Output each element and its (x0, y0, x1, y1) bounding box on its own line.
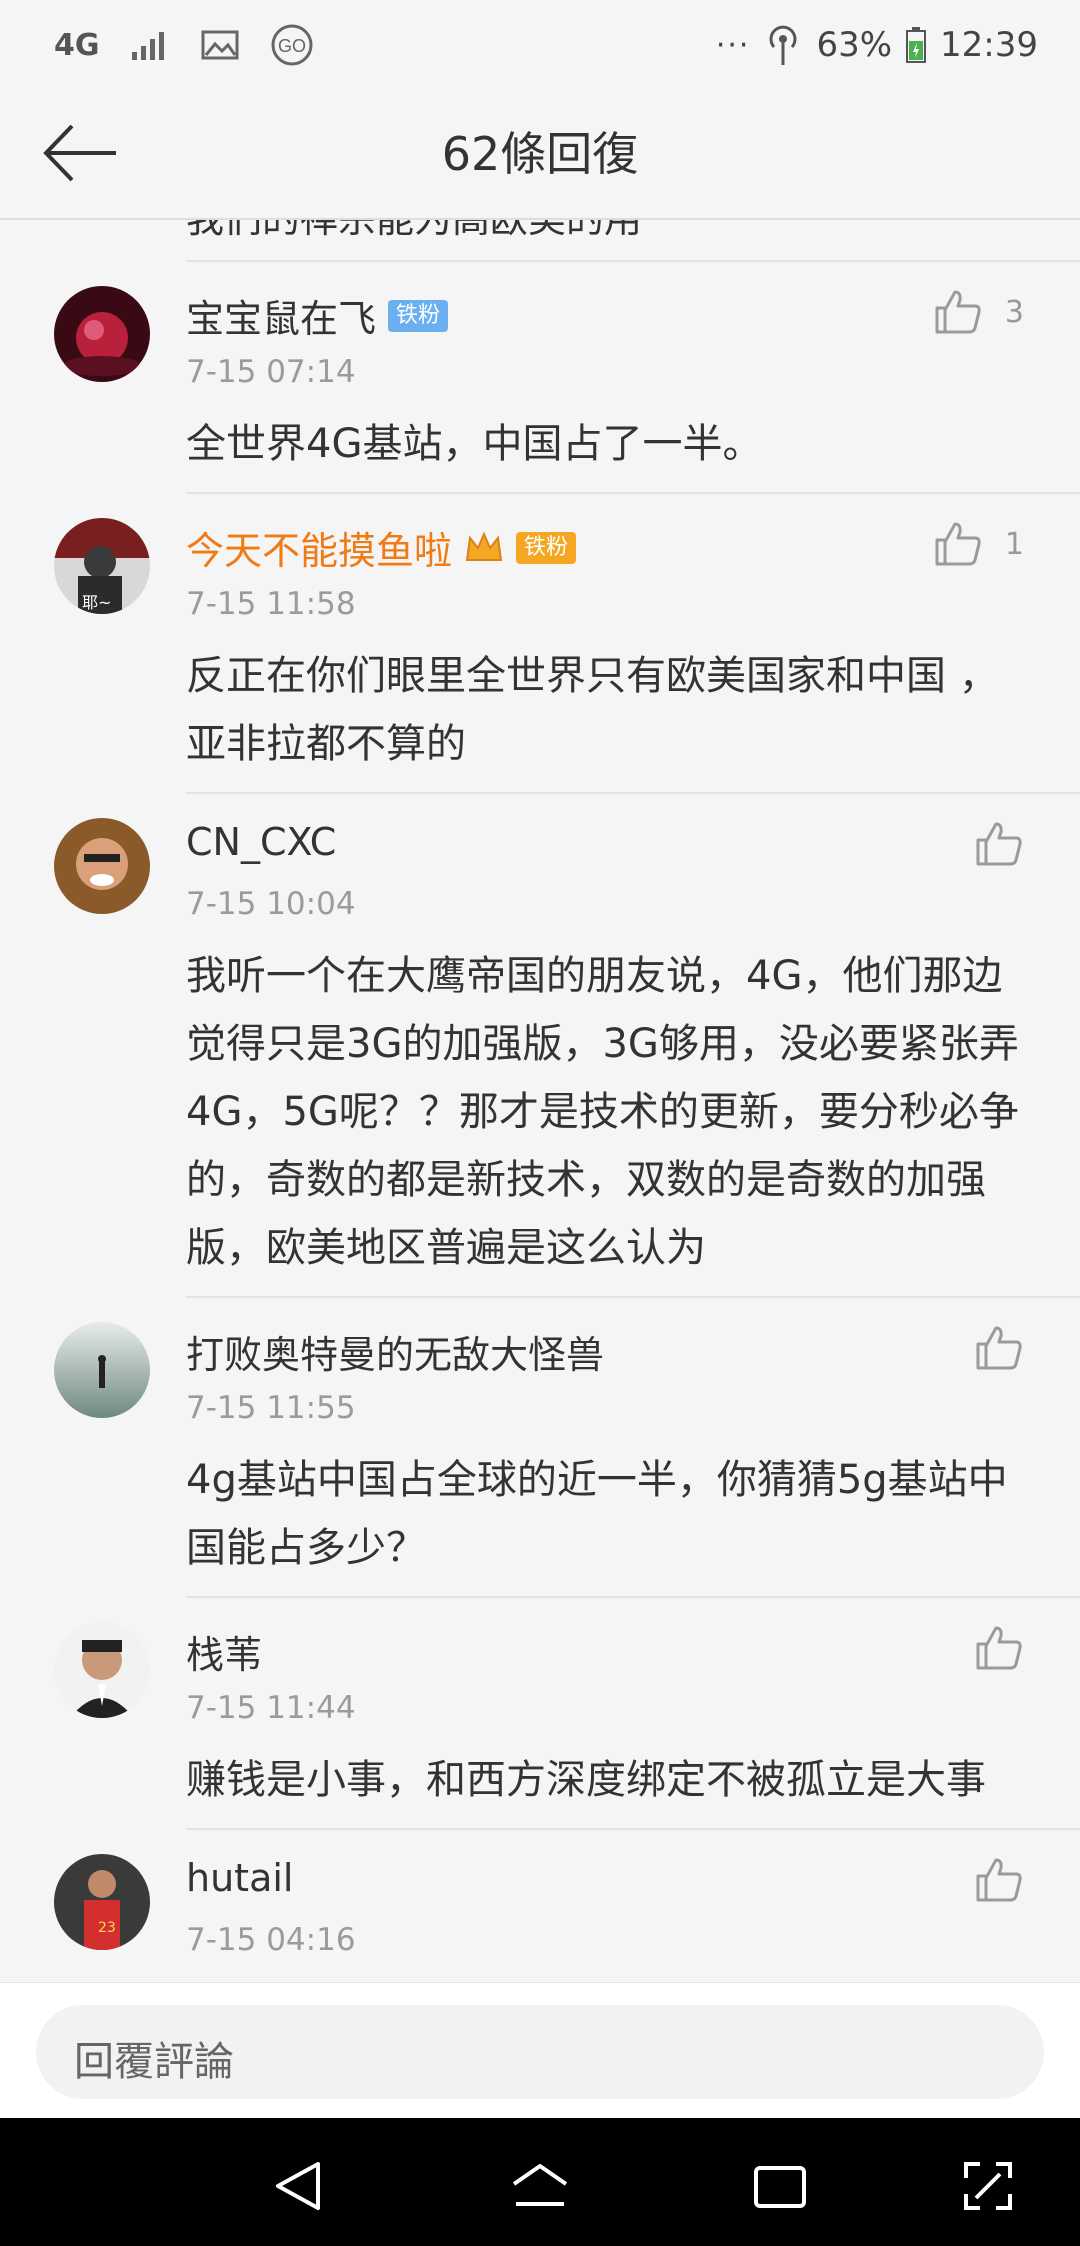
navigation-bar (0, 2118, 1080, 2246)
like-button[interactable] (974, 1856, 1024, 1904)
thumbs-up-icon (976, 1858, 1022, 1902)
comment-time: 7-15 11:55 (186, 1390, 356, 1426)
thumbs-up-icon (976, 1626, 1022, 1670)
more-dots-icon: ··· (715, 27, 751, 63)
page-title: 62條回復 (441, 127, 639, 181)
avatar[interactable]: 23 (54, 1854, 150, 1950)
comment-text: 反正在你们眼里全世界只有欧美国家和中国 ，亚非拉都不算的 (186, 653, 999, 767)
clock: 12:39 (940, 25, 1038, 65)
nav-back-icon[interactable] (268, 2154, 332, 2218)
comment-author[interactable]: 宝宝鼠在飞 铁粉 (186, 288, 449, 343)
comment-time: 7-15 11:44 (186, 1690, 356, 1726)
thumbs-up-icon (935, 290, 981, 334)
comment-item[interactable]: 耶~ 今天不能摸鱼啦 铁粉 7-15 11:58 反正在你们眼里全世界只有欧美国… (0, 494, 1080, 794)
battery-percent: 63% (816, 25, 893, 65)
like-count: 1 (1004, 526, 1024, 562)
thumbs-up-icon (976, 822, 1022, 866)
reply-placeholder: 回覆評論 (74, 2039, 234, 2085)
comment-item[interactable]: 打败奥特曼的无敌大怪兽 7-15 11:55 4g基站中国占全球的近一半，你猜猜… (0, 1298, 1080, 1598)
avatar[interactable] (54, 1622, 150, 1718)
comment-text: 4g基站中国占全球的近一半，你猜猜5g基站中国能占多少？ (186, 1457, 1008, 1571)
reply-bar: 回覆評論 (0, 1982, 1080, 2119)
status-left: 4G GO (54, 20, 314, 70)
author-name: 宝宝鼠在飞 (186, 297, 377, 341)
fan-badge: 铁粉 (388, 299, 449, 332)
like-button[interactable]: 3 (933, 288, 1024, 336)
comment-author[interactable]: hutail (186, 1856, 293, 1900)
like-button[interactable]: 1 (933, 520, 1024, 568)
comment-author[interactable]: 打败奥特曼的无敌大怪兽 (186, 1324, 604, 1379)
like-button[interactable] (974, 820, 1024, 868)
status-right: ··· 63% 12:39 (716, 20, 1038, 70)
author-name: hutail (186, 1856, 294, 1900)
avatar[interactable] (54, 286, 150, 382)
thumbs-up-icon (976, 1326, 1022, 1370)
comment-author[interactable]: 栈苇 (186, 1624, 262, 1679)
svg-text:23: 23 (98, 1920, 116, 1936)
hotspot-icon (769, 25, 797, 65)
comment-text: 我听一个在大鹰帝国的朋友说，4G，他们那边觉得只是3G的加强版，3G够用，没必要… (186, 953, 1019, 1271)
author-name: 打败奥特曼的无敌大怪兽 (186, 1333, 605, 1377)
comment-time: 7-15 10:04 (186, 886, 356, 922)
comment-item[interactable]: 宝宝鼠在飞 铁粉 7-15 07:14 全世界4G基站，中国占了一半。 3 (0, 262, 1080, 494)
nav-home-icon[interactable] (508, 2154, 572, 2218)
thumbs-up-icon (935, 522, 981, 566)
comment-item[interactable]: CN_CXC 7-15 10:04 我听一个在大鹰帝国的朋友说，4G，他们那边觉… (0, 794, 1080, 1298)
header-bar: 62條回復 (0, 88, 1080, 220)
comment-time: 7-15 11:58 (186, 586, 356, 622)
signal-icon (131, 32, 164, 60)
comment-list[interactable]: 我们的禅宗能为高欧美的用 宝宝鼠在飞 铁粉 7-15 07:14 全世界4G基站… (0, 220, 1080, 1982)
comment-time: 7-15 07:14 (186, 354, 356, 390)
battery-icon (906, 27, 927, 63)
avatar[interactable] (54, 1322, 150, 1418)
expand-icon[interactable] (956, 2154, 1020, 2218)
like-count: 3 (1004, 294, 1024, 330)
fan-badge: 铁粉 (516, 531, 577, 564)
image-icon (201, 30, 238, 60)
comment-text: 赚钱是小事，和西方深度绑定不被孤立是大事 (186, 1757, 986, 1803)
comment-item[interactable]: 栈苇 7-15 11:44 赚钱是小事，和西方深度绑定不被孤立是大事 (0, 1598, 1080, 1830)
like-button[interactable] (974, 1324, 1024, 1372)
vip-crown-icon (465, 530, 503, 561)
like-button[interactable] (974, 1624, 1024, 1672)
status-bar: 4G GO ··· 63% 12:39 (0, 0, 1080, 88)
clipped-comment-text: 我们的禅宗能为高欧美的用 (186, 220, 642, 243)
author-name: 今天不能摸鱼啦 (186, 529, 453, 573)
avatar[interactable] (54, 818, 150, 914)
avatar[interactable]: 耶~ (54, 518, 150, 614)
author-name: 栈苇 (186, 1633, 263, 1677)
nav-recents-icon[interactable] (748, 2154, 812, 2218)
comment-time: 7-15 04:16 (186, 1922, 356, 1958)
svg-text:耶~: 耶~ (82, 593, 111, 612)
comment-author[interactable]: 今天不能摸鱼啦 铁粉 (186, 520, 577, 575)
comment-author[interactable]: CN_CXC (186, 820, 336, 864)
reply-input[interactable]: 回覆評論 (36, 2005, 1044, 2099)
author-name: CN_CXC (186, 820, 337, 864)
network-type: 4G (54, 27, 100, 63)
comment-item[interactable]: 23 hutail 7-15 04:16 (0, 1830, 1080, 1982)
go-icon: GO (271, 24, 312, 66)
svg-text:GO: GO (277, 36, 305, 56)
comment-text: 全世界4G基站，中国占了一半。 (186, 421, 763, 467)
